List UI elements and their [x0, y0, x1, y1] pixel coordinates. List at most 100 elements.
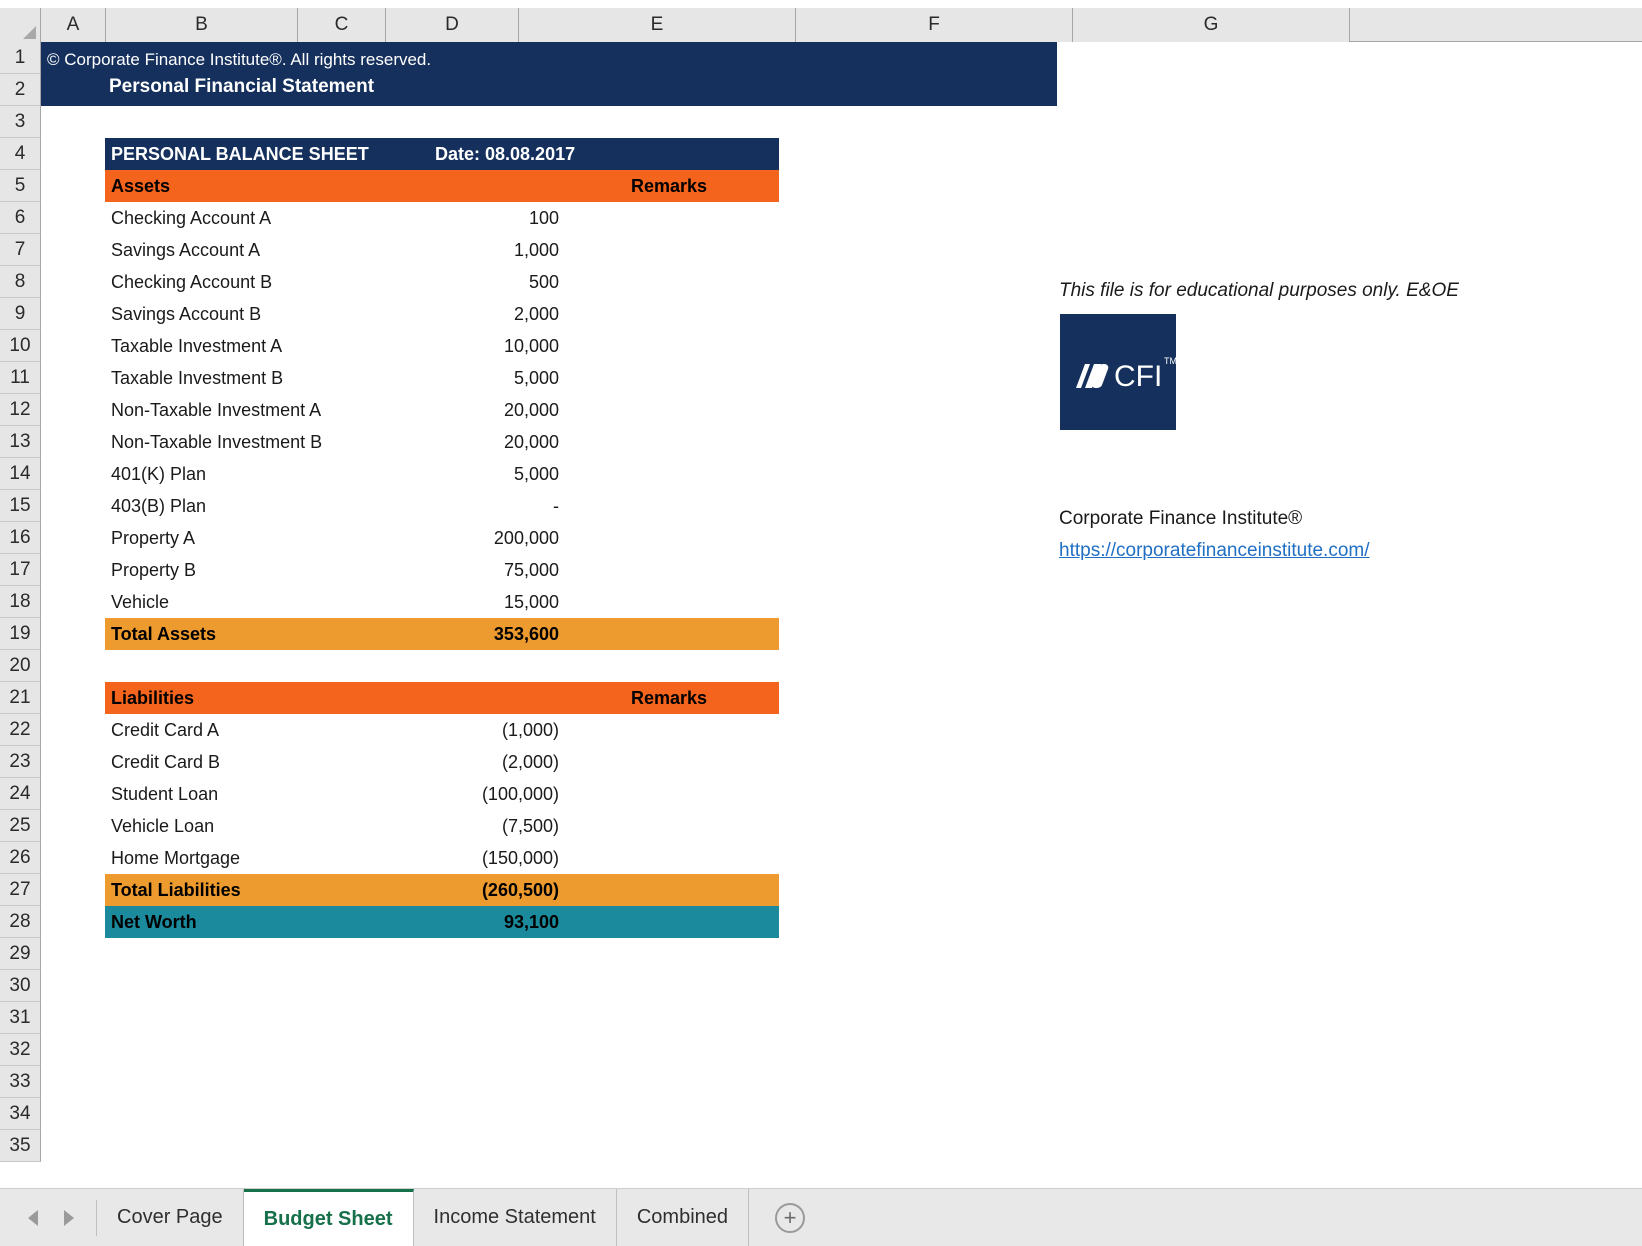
row-header-8[interactable]: 8: [0, 266, 41, 298]
row-header-13[interactable]: 13: [0, 426, 41, 458]
asset-row: Property A200,000: [105, 522, 779, 554]
svg-text:TM: TM: [1164, 356, 1176, 366]
educational-purpose-note: This file is for educational purposes on…: [1059, 280, 1459, 302]
row-header-1[interactable]: 1: [0, 42, 41, 74]
cfi-website-link[interactable]: https://corporatefinanceinstitute.com/: [1059, 540, 1370, 562]
row-header-26[interactable]: 26: [0, 842, 41, 874]
select-all-corner[interactable]: [0, 8, 41, 42]
row-header-23[interactable]: 23: [0, 746, 41, 778]
assets-remarks-header: Remarks: [565, 176, 773, 197]
row-header-5[interactable]: 5: [0, 170, 41, 202]
sheet-tab-budget-sheet[interactable]: Budget Sheet: [244, 1189, 414, 1246]
row-value: (1,000): [435, 720, 559, 741]
row-header-25[interactable]: 25: [0, 810, 41, 842]
row-header-33[interactable]: 33: [0, 1066, 41, 1098]
row-header-18[interactable]: 18: [0, 586, 41, 618]
row-label: Home Mortgage: [111, 848, 240, 869]
column-header-d[interactable]: D: [386, 8, 519, 42]
asset-row: Savings Account A 1,000: [105, 234, 779, 266]
net-worth-label: Net Worth: [111, 912, 197, 933]
row-header-3[interactable]: 3: [0, 106, 41, 138]
assets-rows: Checking Account A100Savings Account A1,…: [105, 202, 779, 618]
row-label: Property A: [111, 528, 195, 549]
row-label: Property B: [111, 560, 196, 581]
row-header-6[interactable]: 6: [0, 202, 41, 234]
row-value: (2,000): [435, 752, 559, 773]
add-sheet-plus-icon: +: [784, 1205, 797, 1231]
row-header-27[interactable]: 27: [0, 874, 41, 906]
row-header-34[interactable]: 34: [0, 1098, 41, 1130]
sheet-tab-bar: Cover PageBudget SheetIncome StatementCo…: [0, 1188, 1642, 1246]
row-label: Taxable Investment A: [111, 336, 282, 357]
organization-name: Corporate Finance Institute®: [1059, 508, 1302, 530]
row-header-17[interactable]: 17: [0, 554, 41, 586]
row-header-32[interactable]: 32: [0, 1034, 41, 1066]
row-header-15[interactable]: 15: [0, 490, 41, 522]
column-header-bar: ABCDEFG: [0, 8, 1642, 42]
row-label: Savings Account B: [111, 304, 261, 325]
row-label: Savings Account A: [111, 240, 260, 261]
row-header-9[interactable]: 9: [0, 298, 41, 330]
row-header-4[interactable]: 4: [0, 138, 41, 170]
balance-sheet-date: Date: 08.08.2017: [435, 144, 675, 165]
row-header-16[interactable]: 16: [0, 522, 41, 554]
total-liabilities-label: Total Liabilities: [111, 880, 241, 901]
row-label: Student Loan: [111, 784, 218, 805]
row-value: 10,000: [435, 336, 559, 357]
column-header-b[interactable]: B: [106, 8, 298, 42]
row-header-35[interactable]: 35: [0, 1130, 41, 1162]
row-header-19[interactable]: 19: [0, 618, 41, 650]
sheet-tab-income-statement[interactable]: Income Statement: [414, 1189, 617, 1246]
column-header-a[interactable]: A: [41, 8, 106, 42]
column-header-c[interactable]: C: [298, 8, 386, 42]
row-header-29[interactable]: 29: [0, 938, 41, 970]
row-value: 75,000: [435, 560, 559, 581]
row-header-10[interactable]: 10: [0, 330, 41, 362]
row-value: (7,500): [435, 816, 559, 837]
sheet-tabs: Cover PageBudget SheetIncome StatementCo…: [97, 1189, 749, 1246]
sheet-tab-cover-page[interactable]: Cover Page: [97, 1189, 244, 1246]
row-value: 1,000: [435, 240, 559, 261]
asset-row: Taxable Investment B 5,000: [105, 362, 779, 394]
row-header-31[interactable]: 31: [0, 1002, 41, 1034]
row-header-14[interactable]: 14: [0, 458, 41, 490]
row-label: Checking Account B: [111, 272, 272, 293]
asset-row: Taxable Investment A 10,000: [105, 330, 779, 362]
add-sheet-button[interactable]: +: [775, 1203, 805, 1233]
row-label: Taxable Investment B: [111, 368, 283, 389]
next-sheet-arrow-icon[interactable]: [64, 1210, 74, 1226]
row-label: 401(K) Plan: [111, 464, 206, 485]
asset-row: Checking Account B 500: [105, 266, 779, 298]
row-header-22[interactable]: 22: [0, 714, 41, 746]
row-header-24[interactable]: 24: [0, 778, 41, 810]
total-liabilities-value: (260,500): [435, 880, 559, 901]
total-assets-label: Total Assets: [111, 624, 216, 645]
row-header-21[interactable]: 21: [0, 682, 41, 714]
previous-sheet-arrow-icon[interactable]: [28, 1210, 38, 1226]
row-header-30[interactable]: 30: [0, 970, 41, 1002]
row-label: 403(B) Plan: [111, 496, 206, 517]
row-value: (150,000): [435, 848, 559, 869]
row-header-7[interactable]: 7: [0, 234, 41, 266]
column-header-f[interactable]: F: [796, 8, 1073, 42]
liabilities-section-header: Liabilities Remarks: [105, 682, 779, 714]
row-header-12[interactable]: 12: [0, 394, 41, 426]
row-header-28[interactable]: 28: [0, 906, 41, 938]
assets-section-header: Assets Remarks: [105, 170, 779, 202]
net-worth-value: 93,100: [435, 912, 559, 933]
column-header-e[interactable]: E: [519, 8, 796, 42]
row-header-2[interactable]: 2: [0, 74, 41, 106]
row-value: 500: [435, 272, 559, 293]
row-header-11[interactable]: 11: [0, 362, 41, 394]
row-value: 5,000: [435, 368, 559, 389]
total-assets-value: 353,600: [435, 624, 559, 645]
asset-row: Property B 75,000: [105, 554, 779, 586]
liability-row: Vehicle Loan(7,500): [105, 810, 779, 842]
row-header-20[interactable]: 20: [0, 650, 41, 682]
sheet-tab-combined[interactable]: Combined: [617, 1189, 749, 1246]
row-value: 5,000: [435, 464, 559, 485]
column-header-g[interactable]: G: [1073, 8, 1350, 42]
spacer-row: [105, 650, 779, 682]
statement-title: Personal Financial Statement: [109, 76, 374, 98]
excel-worksheet-window: ABCDEFG 12345678910111213141516171819202…: [0, 0, 1642, 1246]
